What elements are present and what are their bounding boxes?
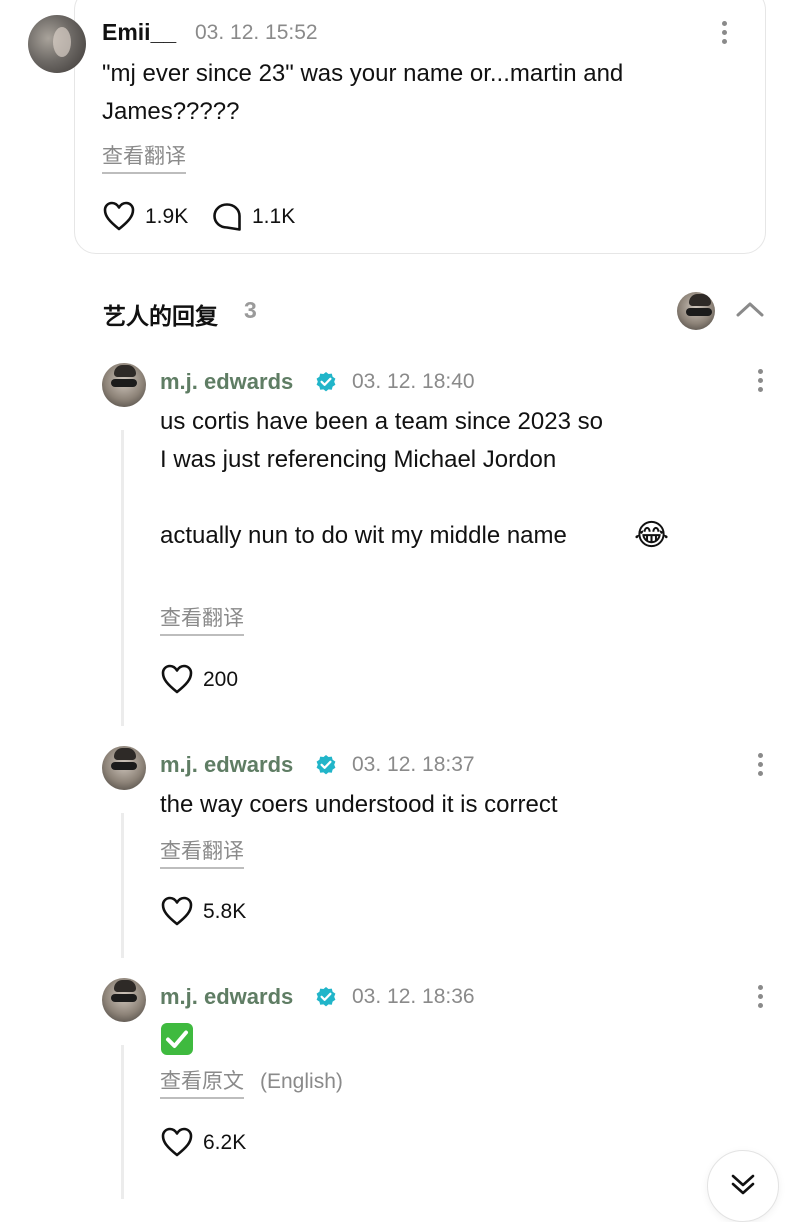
verified-badge-icon bbox=[315, 986, 337, 1008]
like-count: 200 bbox=[203, 668, 239, 691]
reply-text-line: us cortis have been a team since 2023 so bbox=[160, 408, 603, 435]
translate-link[interactable]: 查看翻译 bbox=[160, 839, 244, 869]
avatar[interactable] bbox=[28, 15, 86, 73]
reply-text-line: I was just referencing Michael Jordon bbox=[160, 446, 557, 473]
more-options-icon[interactable] bbox=[758, 985, 764, 1012]
reply-author[interactable]: m.j. edwards bbox=[160, 984, 293, 1010]
artist-replies-title: 艺人的回复 bbox=[103, 303, 218, 329]
thread-line bbox=[121, 813, 124, 958]
reply-text-line: the way coers understood it is correct bbox=[160, 791, 558, 818]
artist-replies-count: 3 bbox=[244, 297, 257, 323]
comment-text-line: "mj ever since 23" was your name or...ma… bbox=[102, 60, 624, 87]
comment-author[interactable]: Emii__ bbox=[102, 19, 176, 46]
translate-link[interactable]: 查看翻译 bbox=[160, 606, 244, 636]
thread-line bbox=[121, 1045, 124, 1199]
original-language: (English) bbox=[260, 1070, 343, 1093]
like-count: 1.9K bbox=[145, 205, 189, 228]
heart-icon bbox=[161, 1127, 193, 1157]
like-button[interactable] bbox=[103, 201, 137, 233]
more-options-icon[interactable] bbox=[722, 21, 728, 48]
reply-time: 03. 12. 18:36 bbox=[352, 985, 475, 1008]
chevron-up-icon bbox=[736, 302, 764, 317]
avatar[interactable] bbox=[102, 978, 146, 1022]
collapse-button[interactable] bbox=[735, 299, 765, 319]
scroll-down-button[interactable] bbox=[707, 1150, 779, 1222]
like-button[interactable] bbox=[161, 896, 195, 928]
more-options-icon[interactable] bbox=[758, 753, 764, 780]
avatar[interactable] bbox=[102, 746, 146, 790]
heart-icon bbox=[161, 664, 193, 694]
view-original-link[interactable]: 查看原文 bbox=[160, 1069, 244, 1099]
verified-badge-icon bbox=[315, 371, 337, 393]
laughing-emoji: 😂 bbox=[634, 519, 670, 552]
like-count: 6.2K bbox=[203, 1131, 247, 1154]
heart-icon bbox=[103, 201, 135, 231]
translate-link[interactable]: 查看翻译 bbox=[102, 144, 186, 174]
reply-text-line: actually nun to do wit my middle name bbox=[160, 522, 567, 549]
comment-text-line: James????? bbox=[102, 98, 240, 125]
reply-author[interactable]: m.j. edwards bbox=[160, 369, 293, 395]
verified-badge-icon bbox=[315, 754, 337, 776]
artist-avatar[interactable] bbox=[677, 292, 715, 330]
thread-line bbox=[121, 430, 124, 726]
comment-time: 03. 12. 15:52 bbox=[195, 21, 318, 44]
heart-icon bbox=[161, 896, 193, 926]
more-options-icon[interactable] bbox=[758, 369, 764, 396]
reply-time: 03. 12. 18:40 bbox=[352, 370, 475, 393]
like-button[interactable] bbox=[161, 664, 195, 696]
reply-button[interactable] bbox=[212, 202, 244, 234]
reply-author[interactable]: m.j. edwards bbox=[160, 752, 293, 778]
double-chevron-down-icon bbox=[731, 1174, 755, 1195]
reply-time: 03. 12. 18:37 bbox=[352, 753, 475, 776]
check-mark-emoji: ✅ bbox=[160, 1022, 194, 1056]
comment-bubble-icon bbox=[213, 203, 241, 231]
reply-count: 1.1K bbox=[252, 205, 296, 228]
like-count: 5.8K bbox=[203, 900, 247, 923]
avatar[interactable] bbox=[102, 363, 146, 407]
like-button[interactable] bbox=[161, 1127, 195, 1159]
